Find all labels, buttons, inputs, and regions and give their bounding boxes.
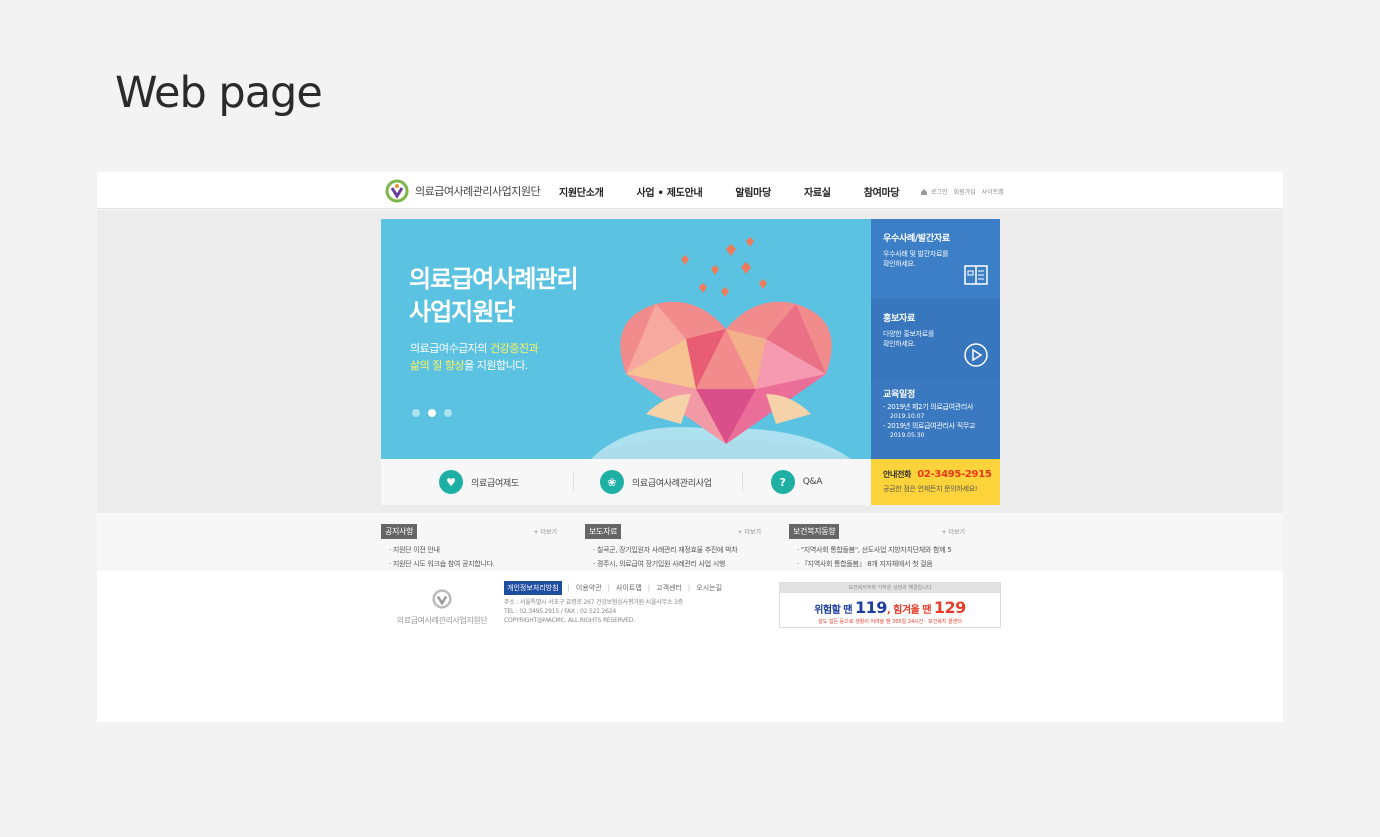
phone-number[interactable]: 02-3495-2915: [917, 469, 992, 480]
util-login[interactable]: 로그인: [931, 187, 948, 196]
logo-icon: [432, 589, 452, 609]
logo-icon: [385, 179, 409, 203]
question-icon: ?: [770, 470, 795, 494]
quick-link-label: 의료급여사례관리사업: [631, 478, 712, 489]
site-logo[interactable]: 의료급여사례관리사업지원단: [385, 179, 541, 203]
board-title[interactable]: 보도자료: [585, 524, 622, 539]
edu-date: 2019.10.07: [890, 413, 925, 420]
boards-section: 공지사항 + 더보기 · 지원단 이전 안내 · 지원단 시도 워크숍 참여 공…: [97, 513, 1283, 571]
main-nav: 지원단소개 사업 • 제도안내 알림마당 자료실 참여마당: [559, 184, 900, 199]
footer-logo-text: 의료급여사례관리사업지원단: [396, 616, 488, 625]
footer-link-terms[interactable]: 이용약관: [576, 583, 602, 593]
footer-link-support[interactable]: 고객센터: [656, 583, 682, 593]
main-visual-band: 의료급여사례관리 사업지원단 의료급여수급자의 건강증진과 삶의 질 향상을 지…: [97, 210, 1283, 513]
more-link[interactable]: + 더보기: [738, 527, 762, 536]
welfare-hotline-banner[interactable]: 보건복지부와 가까운 상담과 해결입니다 위험할 땐 119, 힘겨울 땐 12…: [779, 582, 1001, 628]
site-header: 의료급여사례관리사업지원단 지원단소개 사업 • 제도안내 알림마당 자료실 참…: [97, 172, 1283, 209]
play-icon: [964, 343, 988, 367]
board-title[interactable]: 보건복지동향: [789, 524, 840, 539]
divider: |: [567, 584, 570, 592]
heart-illustration: [591, 237, 851, 459]
footer-link-directions[interactable]: 오시는길: [696, 583, 722, 593]
home-icon: [921, 188, 927, 195]
nav-item-archive[interactable]: 자료실: [804, 184, 831, 199]
book-icon: [964, 265, 988, 285]
divider: |: [687, 584, 691, 592]
nav-item-participate[interactable]: 참여마당: [864, 184, 900, 199]
list-item[interactable]: · 칠곡군, 장기입원자 사례관리 재정효율 추진에 박차: [585, 543, 761, 557]
divider: [741, 473, 743, 491]
phone-desc: 궁금한 점은 언제든지 문의하세요!: [883, 485, 978, 493]
more-link[interactable]: + 더보기: [534, 527, 558, 536]
banner-top-text: 보건복지부와 가까운 상담과 해결입니다: [780, 583, 1000, 593]
board-title[interactable]: 공지사항: [381, 524, 418, 539]
list-item[interactable]: · "지역사회 통합돌봄", 선도사업 지방자치단체와 함께 5: [789, 543, 965, 557]
leaf-icon: ❀: [599, 470, 624, 494]
quick-link-label: Q&A: [802, 477, 823, 487]
side-box-promotion[interactable]: 홍보자료 다양한 홍보자료를 확인하세요.: [871, 299, 1000, 379]
webpage-screenshot: 의료급여사례관리사업지원단 지원단소개 사업 • 제도안내 알림마당 자료실 참…: [97, 172, 1283, 722]
banner-main-text: 위험할 땐 119, 힘겨울 땐 129: [814, 598, 966, 617]
edu-item[interactable]: - 2019년 의료급여관리사 직무교: [883, 422, 1000, 431]
nav-item-notice[interactable]: 알림마당: [735, 184, 771, 199]
logo-text: 의료급여사례관리사업지원단: [415, 185, 541, 198]
edu-date: 2019.05.30: [890, 432, 925, 439]
list-item[interactable]: · 『지역사회 통합돌봄』 8개 지자체에서 첫 걸음: [789, 557, 965, 571]
divider: |: [647, 584, 651, 592]
quick-link-qna[interactable]: ? Q&A: [770, 459, 823, 505]
footer-logo: 의료급여사례관리사업지원단: [390, 589, 494, 626]
nav-item-about[interactable]: 지원단소개: [559, 184, 604, 199]
list-item[interactable]: · 지원단 시도 워크숍 참여 공지합니다.: [381, 557, 557, 571]
divider: |: [607, 584, 611, 592]
quick-link-medical-aid[interactable]: ♥ 의료급여제도: [439, 459, 519, 505]
footer-links: 개인정보처리방침 | 이용약관 | 사이트맵 | 고객센터 | 오시는길: [504, 581, 722, 595]
side-panel: 우수사례/발간자료 우수사례 및 발간자료를 확인하세요. 홍보자료 다양한 홍보…: [871, 219, 1000, 505]
board-notice: 공지사항 + 더보기 · 지원단 이전 안내 · 지원단 시도 워크숍 참여 공…: [381, 519, 557, 571]
side-box-best-cases[interactable]: 우수사례/발간자료 우수사례 및 발간자료를 확인하세요.: [871, 219, 1000, 299]
quick-link-case-management[interactable]: ❀ 의료급여사례관리사업: [599, 459, 712, 505]
side-box-title: 홍보자료: [883, 314, 915, 324]
page-heading: Web page: [115, 68, 323, 118]
footer-copyright: COPYRIGHT@MACMC. ALL RIGHTS RESERVED.: [504, 617, 635, 624]
board-welfare-trends: 보건복지동향 + 더보기 · "지역사회 통합돌봄", 선도사업 지방자치단체와…: [789, 519, 965, 571]
edu-item[interactable]: - 2019년 제2기 의료급여관리사: [883, 403, 1000, 412]
side-box-phone: 안내전화 02-3495-2915 궁금한 점은 언제든지 문의하세요!: [871, 459, 1000, 505]
quick-links: ♥ 의료급여제도 ❀ 의료급여사례관리사업 ? Q&A: [381, 459, 871, 505]
heart-icon: ♥: [439, 470, 463, 494]
divider: [572, 473, 574, 491]
quick-link-label: 의료급여제도: [471, 478, 519, 489]
list-item[interactable]: · 경주시, 의료급여 장기입원 사례관리 사업 시행: [585, 557, 761, 571]
util-menu: 로그인 회원가입 사이트맵: [921, 187, 1010, 196]
footer-tel: TEL : 02.3495.2915 / FAX : 02.521.2624: [504, 608, 616, 615]
site-footer: 의료급여사례관리사업지원단 개인정보처리방침 | 이용약관 | 사이트맵 | 고…: [97, 571, 1283, 722]
footer-link-sitemap[interactable]: 사이트맵: [616, 583, 642, 593]
footer-info: 주소 : 서울특별시 서초구 효령로 267 건강보험심사평가원 서울사무소 3…: [504, 598, 683, 625]
phone-line: 안내전화 02-3495-2915: [883, 469, 992, 480]
footer-link-privacy[interactable]: 개인정보처리방침: [504, 581, 562, 595]
side-box-title: 교육일정: [883, 390, 915, 400]
board-press: 보도자료 + 더보기 · 칠곡군, 장기입원자 사례관리 재정효율 추진에 박차…: [585, 519, 761, 571]
nav-item-business[interactable]: 사업 • 제도안내: [637, 184, 703, 199]
banner-sub-text: 살도 힘든 등으로 생활이 어려울 땐 365일 24시간 · 보건복지 콜센터: [818, 619, 962, 625]
side-box-title: 우수사례/발간자료: [883, 234, 950, 244]
footer-address: 주소 : 서울특별시 서초구 효령로 267 건강보험심사평가원 서울사무소 3…: [504, 599, 683, 606]
hero-slider[interactable]: 의료급여사례관리 사업지원단 의료급여수급자의 건강증진과 삶의 질 향상을 지…: [381, 219, 871, 459]
util-sitemap[interactable]: 사이트맵: [982, 187, 1004, 196]
more-link[interactable]: + 더보기: [942, 527, 966, 536]
util-join[interactable]: 회원가입: [954, 187, 976, 196]
list-item[interactable]: · 지원단 이전 안내: [381, 543, 557, 557]
side-box-education[interactable]: 교육일정 - 2019년 제2기 의료급여관리사 2019.10.07 - 20…: [871, 379, 1000, 459]
